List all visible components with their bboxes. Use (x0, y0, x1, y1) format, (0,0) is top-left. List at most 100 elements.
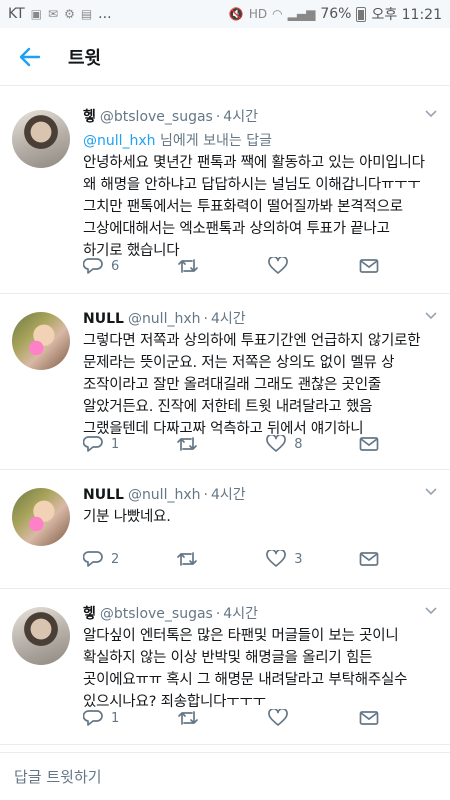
reply-count: 1 (111, 436, 120, 452)
like-button[interactable] (267, 709, 302, 727)
author-handle[interactable]: @null_hxh (128, 311, 201, 327)
tweet[interactable]: 헿 @btslove_sugas · 4시간 알다싶이 엔터톡은 많은 타팬및 … (0, 589, 450, 745)
caret-down-icon[interactable] (424, 308, 438, 322)
separator-dot: · (215, 606, 221, 622)
like-button[interactable]: 3 (266, 550, 303, 568)
tweet[interactable]: 헿 @btslove_sugas · 4시간 @null_hxh 님에게 보내는… (0, 92, 450, 294)
author-handle[interactable]: @btslove_sugas (100, 109, 213, 125)
author-name[interactable]: NULL (83, 487, 124, 503)
retweet-button[interactable] (177, 709, 211, 727)
tweet-body: 헿 @btslove_sugas · 4시간 알다싶이 엔터톡은 많은 타팬및 … (83, 603, 437, 713)
reply-button[interactable]: 1 (83, 709, 119, 727)
author-name[interactable]: 헿 (83, 603, 96, 623)
tweet-body: 헿 @btslove_sugas · 4시간 @null_hxh 님에게 보내는… (83, 106, 437, 262)
timestamp: 4시간 (223, 606, 258, 622)
tweet-actions: 2 3 (83, 550, 393, 568)
tweet-header: 헿 @btslove_sugas · 4시간 (83, 106, 437, 126)
like-icon (267, 709, 288, 726)
battery-percent: 76% (320, 6, 352, 22)
tweet-body: NULL @null_hxh · 4시간 그렇다면 저쪽과 상의하에 투표기간엔… (83, 308, 437, 440)
reply-count: 1 (111, 710, 120, 726)
like-icon (267, 257, 288, 274)
reply-icon (83, 436, 103, 452)
author-name[interactable]: NULL (83, 311, 124, 327)
timestamp: 4시간 (210, 487, 246, 503)
reply-button[interactable]: 2 (83, 550, 119, 568)
clock: 오후 11:21 (371, 7, 442, 23)
retweet-icon (177, 711, 198, 725)
tweet-actions: 1 8 (83, 435, 393, 453)
retweet-button[interactable] (177, 257, 211, 275)
tweet-header: 헿 @btslove_sugas · 4시간 (83, 603, 437, 623)
app-header: 트윗 (0, 28, 450, 86)
retweet-button[interactable] (176, 435, 210, 453)
tweet-body: NULL @null_hxh · 4시간 기분 나빴네요. (83, 484, 437, 528)
like-icon (266, 550, 287, 567)
wifi-icon: ◠ (272, 7, 283, 21)
like-count: 8 (294, 436, 303, 452)
reply-button[interactable]: 1 (83, 435, 119, 453)
reply-context: @null_hxh 님에게 보내는 답글 (83, 130, 434, 150)
reply-context-label: 님에게 보내는 답글 (160, 133, 272, 149)
reply-icon (83, 551, 103, 567)
retweet-icon (176, 437, 197, 451)
separator-dot: · (203, 311, 208, 327)
reply-input-placeholder[interactable]: 답글 트윗하기 (14, 766, 102, 787)
tweet-header: NULL @null_hxh · 4시간 (83, 484, 437, 504)
tweet-text: 기분 나빴네요. (83, 509, 171, 525)
like-icon (266, 435, 287, 452)
like-button[interactable] (267, 257, 302, 275)
message-icon (359, 552, 379, 566)
caret-down-icon[interactable] (424, 603, 438, 617)
retweet-icon (176, 552, 197, 566)
reply-count: 6 (111, 258, 120, 274)
photo-icon: ▤ (80, 7, 93, 21)
separator-dot: · (203, 487, 208, 503)
status-bar: KT ▣ ✉ ⚙ ▤ ... 🔇 HD ◠ ▂▄▆ 76% 오후 11:21 (0, 0, 450, 28)
message-button[interactable] (359, 551, 393, 567)
timestamp: 4시간 (223, 109, 258, 125)
carrier-label: KT (8, 6, 25, 22)
retweet-icon (177, 259, 198, 273)
message-button[interactable] (359, 436, 393, 452)
like-button[interactable]: 8 (266, 435, 303, 453)
tweet-text: 안녕하세요 몇년간 팬톡과 짹에 활동하고 있는 아미입니다 왜 해명을 안하냐… (83, 155, 425, 259)
author-handle[interactable]: @null_hxh (128, 487, 201, 503)
avatar[interactable] (12, 488, 70, 546)
mute-icon: 🔇 (228, 7, 244, 21)
page-title: 트윗 (68, 47, 102, 69)
tweet[interactable]: NULL @null_hxh · 4시간 그렇다면 저쪽과 상의하에 투표기간엔… (0, 294, 450, 470)
mail-icon: ✉ (48, 7, 59, 21)
reply-button[interactable]: 6 (83, 257, 119, 275)
caret-down-icon[interactable] (424, 484, 438, 498)
tweet-text: 그렇다면 저쪽과 상의하에 투표기간엔 언급하지 않기로한 문제라는 뜻이군요.… (83, 333, 421, 437)
caret-down-icon[interactable] (424, 106, 438, 120)
battery-icon (356, 6, 367, 22)
avatar[interactable] (12, 110, 70, 168)
author-handle[interactable]: @btslove_sugas (100, 606, 213, 622)
retweet-button[interactable] (176, 550, 210, 568)
message-icon (359, 259, 379, 273)
reply-icon (83, 258, 103, 274)
signal-icon: ▂▄▆ (287, 7, 316, 21)
more-notifications: ... (98, 6, 112, 22)
message-button[interactable] (359, 258, 393, 274)
avatar[interactable] (12, 607, 70, 665)
tweet-actions: 6 (83, 257, 393, 275)
author-name[interactable]: 헿 (83, 106, 96, 126)
reply-composer-bar[interactable]: 답글 트윗하기 (0, 752, 450, 800)
reply-count: 2 (111, 551, 120, 567)
like-count: 3 (294, 551, 303, 567)
back-arrow-icon (19, 47, 41, 66)
timestamp: 4시간 (210, 311, 246, 327)
mention-link[interactable]: @null_hxh (83, 133, 156, 149)
avatar[interactable] (12, 312, 70, 370)
separator-dot: · (215, 109, 221, 125)
back-button[interactable] (0, 28, 60, 86)
hd-icon: HD (248, 7, 268, 21)
message-icon (359, 437, 379, 451)
tweet[interactable]: NULL @null_hxh · 4시간 기분 나빴네요. 2 3 (0, 470, 450, 589)
reply-icon (83, 710, 103, 726)
message-icon (359, 711, 379, 725)
message-button[interactable] (359, 710, 393, 726)
